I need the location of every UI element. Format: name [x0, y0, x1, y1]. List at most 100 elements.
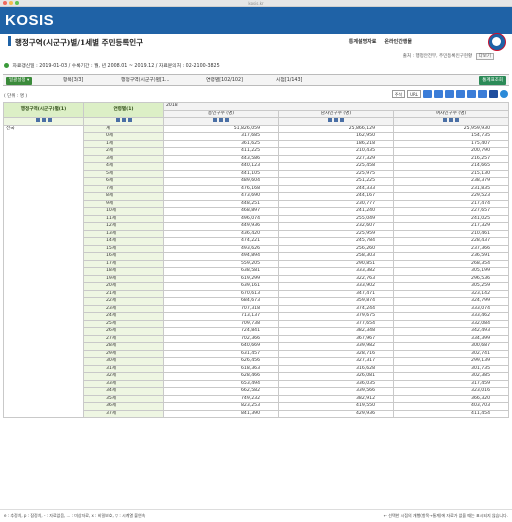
age-sort-controls[interactable]	[83, 117, 164, 126]
stats-description-link[interactable]: 통계설명자료	[349, 38, 377, 45]
total-population-cell: 411,225	[163, 147, 279, 156]
male-population-cell: 377,654	[278, 319, 394, 328]
male-population-header[interactable]: 남자인구수 (명)	[278, 109, 394, 118]
source-text: 출처 : 행정안전부, 주민등록인구현황	[402, 54, 473, 59]
age-cell: 23세	[83, 304, 164, 313]
female-population-cell: 333,074	[392, 304, 510, 313]
age-cell: 1세	[83, 139, 164, 148]
age-cell: 8세	[83, 192, 164, 201]
total-population-cell: 473,690	[163, 192, 279, 201]
site-header: KOSIS	[0, 7, 512, 34]
region-column-header[interactable]: 행정구역(시군구)별(1)	[3, 102, 84, 118]
age-cell: 2세	[83, 147, 164, 156]
total-population-cell: 618,363	[163, 364, 279, 373]
url-select[interactable]: URL	[407, 90, 421, 98]
age-cell: 17세	[83, 259, 164, 268]
table-row: 전국 계 51,826,059 25,866,129 25,959,930	[3, 124, 510, 418]
help-icon[interactable]	[500, 90, 508, 98]
male-population-cell: 339,566	[278, 387, 394, 396]
footer-symbols-legend: e : 추정치, p : 잠정치, - : 자료없음, ... : 미상자료, …	[4, 513, 146, 518]
male-population-cell: 382,348	[278, 327, 394, 336]
female-population-cell: 215,130	[392, 169, 510, 178]
total-population-cell: 443,586	[163, 154, 279, 163]
female-population-cell: 236,591	[392, 252, 510, 261]
total-population-cell: 474,221	[163, 237, 279, 246]
male-population-cell: 258,303	[278, 252, 394, 261]
male-population-cell: 256,260	[278, 244, 394, 253]
female-population-cell: 305,259	[392, 282, 510, 291]
female-population-cell: 302,741	[392, 349, 510, 358]
age-cell: 5세	[83, 169, 164, 178]
period-filter-button[interactable]: 시점[1/143]	[276, 77, 302, 85]
male-population-cell: 333,902	[278, 282, 394, 291]
age-cell: 12세	[83, 222, 164, 231]
total-population-cell: 713,137	[163, 312, 279, 321]
total-population-cell: 559,205	[163, 259, 279, 268]
age-cell: 6세	[83, 177, 164, 186]
female-population-header[interactable]: 여자인구수 (명)	[392, 109, 510, 118]
batch-settings-button[interactable]: 일괄설정 ▾	[6, 77, 33, 85]
female-sort-controls[interactable]	[392, 117, 510, 126]
age-cell: 36세	[83, 402, 164, 411]
age-cell: 3세	[83, 154, 164, 163]
total-sort-controls[interactable]	[163, 117, 279, 126]
region-sort-controls[interactable]	[3, 117, 84, 126]
total-population-cell: 640,669	[163, 342, 279, 351]
male-population-cell: 359,874	[278, 297, 394, 306]
age-cell: 4세	[83, 162, 164, 171]
male-population-cell: 245,784	[278, 237, 394, 246]
fullscreen-icon[interactable]	[489, 90, 498, 98]
female-population-cell: 229,523	[392, 192, 510, 201]
total-population-cell: 749,232	[163, 394, 279, 403]
male-sort-controls[interactable]	[278, 117, 394, 126]
female-population-cell: 323,142	[392, 289, 510, 298]
male-population-cell: 419,550	[278, 402, 394, 411]
age-cell: 13세	[83, 229, 164, 238]
footer-note: ← 선택한 시점의 개행(항목→통계)에 자료가 없을 때는 표시되지 않습니다…	[383, 513, 508, 518]
female-population-cell: 302,385	[392, 372, 510, 381]
kosis-logo[interactable]: KOSIS	[5, 12, 54, 29]
male-population-cell: 230,777	[278, 199, 394, 208]
age-column-header[interactable]: 연령별(1)	[83, 102, 164, 118]
male-population-cell: 244,333	[278, 184, 394, 193]
stats-query-button[interactable]: 통계표조회	[479, 76, 506, 85]
total-population-cell: 449,936	[163, 222, 279, 231]
female-population-cell: 411,454	[392, 409, 510, 418]
notes-select[interactable]: 주석	[391, 90, 406, 98]
total-population-cell: 448,251	[163, 199, 279, 208]
male-population-cell: 326,081	[278, 372, 394, 381]
male-population-cell: 382,912	[278, 394, 394, 403]
male-population-cell: 379,675	[278, 312, 394, 321]
female-population-cell: 241,025	[392, 214, 510, 223]
total-population-cell: 638,581	[163, 267, 279, 276]
government-emblem-icon	[488, 33, 506, 51]
share-icon[interactable]	[467, 90, 476, 98]
age-cell: 33세	[83, 379, 164, 388]
total-population-header[interactable]: 총인구수 (명)	[163, 109, 279, 118]
chart-icon[interactable]	[445, 90, 454, 98]
online-publication-link[interactable]: 온라인간행물	[384, 38, 412, 45]
age-cell: 37세	[83, 409, 164, 418]
browser-titlebar: kosis.kr	[0, 0, 512, 7]
region-filter-button[interactable]: 행정구역(시군구)별[1...	[121, 77, 170, 85]
page-title: 행정구역(시군구)별/1세별 주민등록인구	[15, 38, 144, 47]
male-population-cell: 251,225	[278, 177, 394, 186]
age-filter-button[interactable]: 연령별[102/102]	[206, 77, 243, 85]
male-population-cell: 25,866,129	[278, 124, 394, 133]
more-button[interactable]: 다보기	[475, 53, 494, 60]
item-filter-button[interactable]: 항목[3/3]	[63, 77, 83, 85]
male-population-cell: 336,035	[278, 379, 394, 388]
print-icon[interactable]	[434, 90, 443, 98]
browser-url: kosis.kr	[248, 1, 264, 6]
total-population-cell: 707,318	[163, 304, 279, 313]
update-info: 자료갱신일 : 2019-01-03 / 수록기간 : 월, 년 2008.01…	[4, 62, 220, 69]
total-population-cell: 494,894	[163, 252, 279, 261]
age-cell: 26세	[83, 327, 164, 336]
map-icon[interactable]	[456, 90, 465, 98]
total-population-cell: 628,466	[163, 372, 279, 381]
male-population-cell: 244,167	[278, 192, 394, 201]
age-cell: 29세	[83, 349, 164, 358]
female-population-cell: 217,474	[392, 199, 510, 208]
download-icon[interactable]	[423, 90, 432, 98]
scrap-icon[interactable]	[478, 90, 487, 98]
